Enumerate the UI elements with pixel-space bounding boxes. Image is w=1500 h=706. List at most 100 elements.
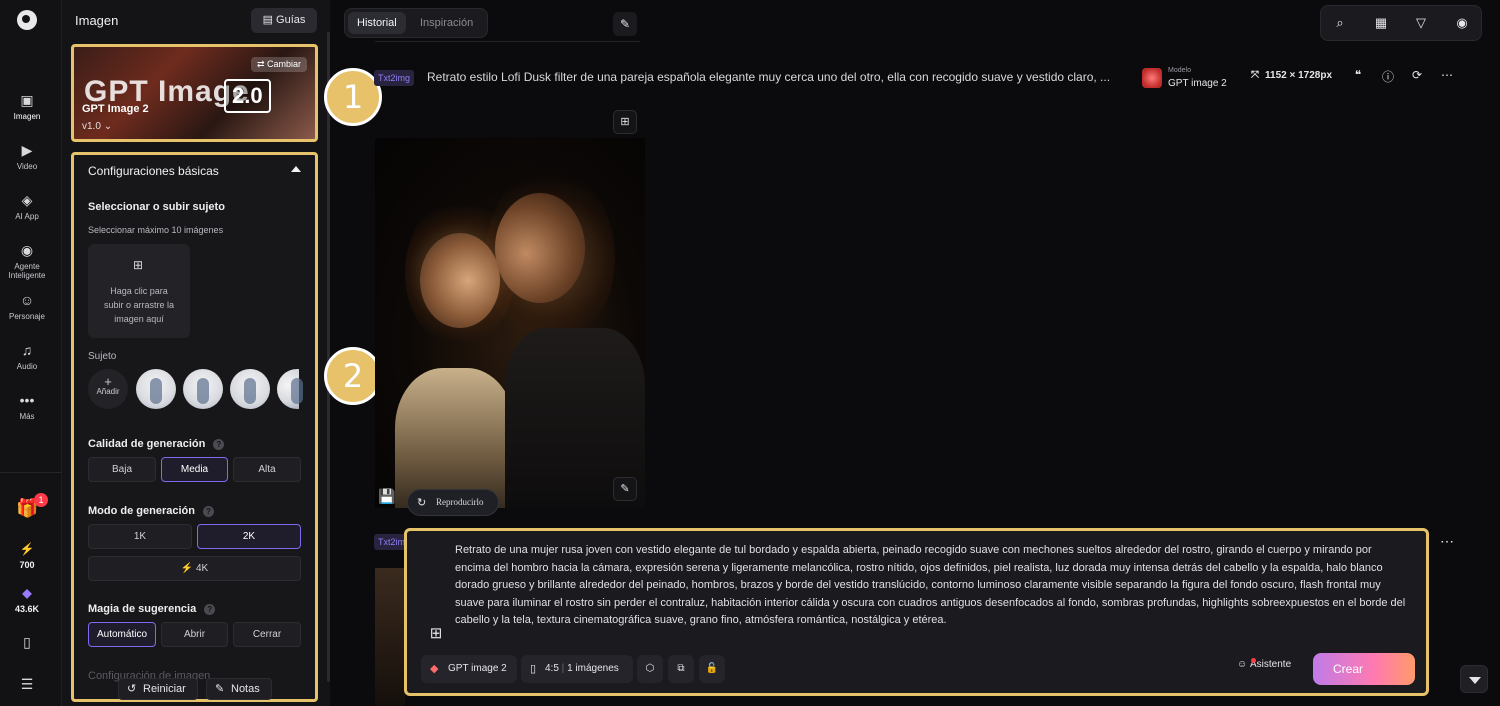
help-icon[interactable]: ?: [202, 505, 214, 517]
rail-item-agente[interactable]: ◉ Agente Inteligente: [0, 242, 54, 280]
lightning-icon: ⚡: [19, 542, 35, 556]
ratio-count-button[interactable]: ▯ 4:5 | 1 imágenes: [521, 655, 633, 683]
rail-item-imagen[interactable]: ▣ Imagen: [0, 92, 54, 121]
model-select-button[interactable]: ◆ GPT image 2: [421, 655, 517, 683]
subject-title: Seleccionar o subir sujeto: [88, 201, 225, 213]
magic-option-close[interactable]: Cerrar: [233, 622, 301, 647]
edit-brush-icon[interactable]: ✎: [613, 12, 637, 36]
reset-label: Reiniciar: [143, 683, 186, 695]
basic-settings-section: Configuraciones básicas Seleccionar o su…: [71, 152, 318, 702]
rail-item-personaje[interactable]: ☺ Personaje: [0, 292, 54, 321]
subject-thumbnail[interactable]: [183, 369, 223, 409]
magic-option-open[interactable]: Abrir: [161, 622, 228, 647]
credits-lightning[interactable]: ⚡ 700: [0, 542, 54, 570]
quality-title-text: Calidad de generación: [88, 438, 206, 450]
upload-text: Haga clic para: [110, 286, 168, 296]
notification-dot: [1251, 658, 1256, 663]
style-button[interactable]: ⬡: [637, 655, 663, 683]
view-tabs: Historial Inspiración: [344, 8, 488, 38]
rail-item-mas[interactable]: ••• Más: [0, 392, 54, 421]
eye-icon[interactable]: ◉: [1453, 15, 1471, 33]
save-icon[interactable]: 💾: [378, 488, 395, 505]
search-icon[interactable]: ⌕: [1331, 15, 1349, 33]
rail-item-label: Video: [16, 162, 38, 171]
subject-label: Sujeto: [88, 351, 117, 362]
unlock-icon: 🔓: [705, 663, 719, 674]
image-figure: [395, 368, 515, 508]
subject-thumbnail[interactable]: [230, 369, 270, 409]
more-options-icon[interactable]: ⋯: [1440, 533, 1454, 550]
filter-icon[interactable]: ▽: [1412, 15, 1430, 33]
guides-button[interactable]: ▤ Guías: [251, 8, 317, 33]
mode-option-2k[interactable]: 2K: [197, 524, 301, 549]
add-image-icon[interactable]: ⊞: [425, 623, 447, 645]
notes-label: Notas: [231, 683, 260, 695]
generated-image-2[interactable]: [375, 568, 405, 706]
upload-dropzone[interactable]: ⊞ Haga clic para subir o arrastre la ima…: [88, 244, 190, 338]
help-icon[interactable]: ?: [213, 438, 225, 450]
person-icon: ☺: [19, 292, 35, 308]
entry-prompt[interactable]: Retrato estilo Lofi Dusk filter de una p…: [427, 70, 1131, 84]
mode-title: Modo de generación?: [88, 505, 214, 517]
change-label: Cambiar: [266, 59, 301, 69]
reset-button[interactable]: ↺ Reiniciar: [118, 678, 198, 700]
model-banner-version: 2.0: [224, 79, 271, 113]
gift-badge: 1: [34, 493, 48, 507]
quote-icon[interactable]: ❝: [1350, 68, 1366, 84]
image-figure: [420, 233, 500, 328]
rail-item-label: Más: [19, 412, 35, 421]
rail-item-ai-app[interactable]: ◈ AI App: [0, 192, 54, 221]
section-title[interactable]: Configuraciones básicas: [88, 164, 219, 178]
assistant-button[interactable]: ☺ Asistente: [1237, 658, 1291, 670]
help-icon[interactable]: ?: [204, 603, 216, 615]
chevron-down-icon: ⌄: [103, 121, 113, 132]
image-icon: ▣: [20, 92, 34, 108]
rail-item-video[interactable]: ▶ Video: [0, 142, 54, 171]
cube-icon: ⬡: [645, 663, 655, 674]
model-version-select[interactable]: v1.0 ⌄: [82, 121, 112, 132]
lock-button[interactable]: 🔓: [699, 655, 725, 683]
model-card[interactable]: GPT Image 2.0 ⇄ Cambiar GPT Image 2 v1.0…: [71, 44, 318, 142]
expand-icon: ⤧: [1251, 70, 1259, 81]
reference-button[interactable]: ⧉: [668, 655, 694, 683]
ai-app-icon: ◈: [21, 192, 33, 208]
add-subject-button[interactable]: + Añadir: [88, 369, 128, 409]
generated-image[interactable]: [375, 138, 645, 508]
tab-historial[interactable]: Historial: [348, 12, 406, 34]
subject-thumbnail[interactable]: [136, 369, 176, 409]
rail-item-label: Personaje: [8, 312, 46, 321]
more-options-icon[interactable]: ⋯: [1439, 68, 1455, 84]
edit-brush-icon[interactable]: ✎: [613, 477, 637, 501]
annotation-marker-2: 2: [324, 347, 382, 405]
info-icon[interactable]: ⓘ: [1380, 68, 1396, 84]
mode-option-1k[interactable]: 1K: [88, 524, 192, 549]
subject-thumbnail[interactable]: [277, 369, 303, 409]
swap-icon: ⇄: [256, 59, 267, 69]
quality-option-baja[interactable]: Baja: [88, 457, 156, 482]
mode-option-4k[interactable]: ⚡ 4K: [88, 556, 301, 581]
collapse-caret-icon[interactable]: [291, 166, 301, 172]
quality-option-alta[interactable]: Alta: [233, 457, 301, 482]
add-to-canvas-icon[interactable]: ⊞: [613, 110, 637, 134]
menu-icon[interactable]: ☰: [18, 676, 36, 694]
grid-icon[interactable]: ▦: [1372, 15, 1390, 33]
scroll-down-button[interactable]: [1460, 665, 1488, 693]
image-upload-icon: ⊞: [133, 258, 144, 272]
prompt-input[interactable]: Retrato de una mujer rusa joven con vest…: [455, 542, 1407, 630]
notes-button[interactable]: ✎ Notas: [206, 678, 272, 700]
credits-gem[interactable]: ◆ 43.6K: [0, 586, 54, 614]
add-label: Añadir: [96, 387, 120, 396]
app-logo-icon[interactable]: [17, 10, 37, 30]
change-model-button[interactable]: ⇄ Cambiar: [250, 57, 307, 72]
credits-value: 700: [19, 560, 35, 570]
phone-icon[interactable]: ▯: [18, 634, 36, 652]
prompt-composer: Retrato de una mujer rusa joven con vest…: [404, 528, 1429, 696]
refresh-icon[interactable]: ⟳: [1409, 68, 1425, 84]
tab-inspiracion[interactable]: Inspiración: [411, 12, 482, 34]
quality-option-media[interactable]: Media: [161, 457, 228, 482]
rail-item-audio[interactable]: ♫ Audio: [0, 342, 54, 371]
rail-divider: [0, 472, 62, 473]
ratio-icon: ▯: [530, 663, 537, 675]
magic-option-auto[interactable]: Automático: [88, 622, 156, 647]
create-button[interactable]: Crear: [1313, 653, 1415, 685]
